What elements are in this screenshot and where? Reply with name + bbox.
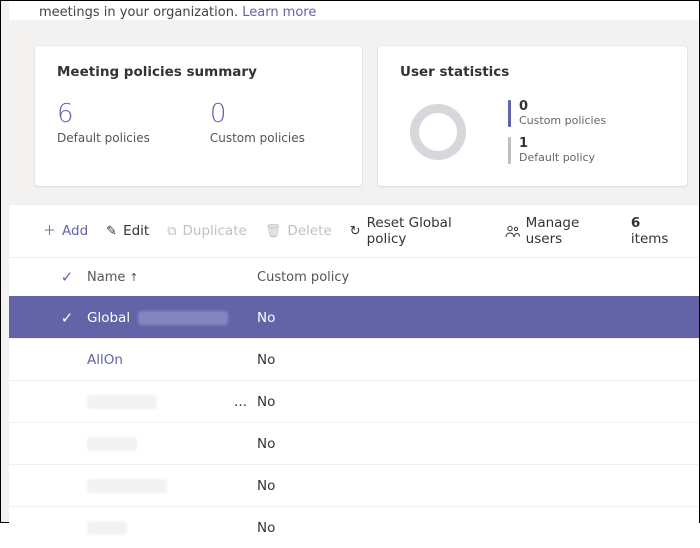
learn-more-link[interactable]: Learn more (242, 5, 316, 20)
delete-label: Delete (287, 223, 331, 239)
items-count: 6 items (631, 215, 679, 247)
items-count-label: items (631, 231, 669, 247)
pencil-icon: ✎ (106, 225, 117, 238)
reset-label: Reset Global policy (367, 215, 487, 247)
ellipsis-icon: ... (234, 394, 257, 410)
row-name-cell: Global (87, 310, 257, 326)
add-button[interactable]: ＋ Add (43, 223, 88, 239)
table-row[interactable]: AllOn No (9, 338, 699, 380)
intro-text: meetings in your organization. Learn mor… (9, 1, 699, 20)
summary-card: Meeting policies summary 6 Default polic… (35, 46, 362, 186)
row-name-cell (87, 479, 257, 493)
summary-custom-label: Custom policies (210, 131, 305, 145)
people-icon (505, 225, 520, 238)
legend-bar-icon (508, 137, 511, 164)
edit-button[interactable]: ✎ Edit (106, 223, 149, 239)
column-name-label: Name (87, 270, 125, 285)
row-custom-cell: No (257, 478, 679, 494)
manage-users-button[interactable]: Manage users (505, 215, 613, 247)
policy-name-link[interactable]: Global (87, 310, 130, 326)
check-icon: ✓ (61, 309, 74, 327)
redacted-text (87, 479, 167, 493)
row-checkbox[interactable]: ✓ (47, 309, 87, 327)
row-custom-cell: No (257, 520, 679, 536)
redacted-text (138, 311, 228, 325)
plus-icon: ＋ (43, 225, 56, 238)
row-custom-cell: No (257, 310, 679, 326)
column-custom-label: Custom policy (257, 270, 349, 285)
table-row[interactable]: ✓ Global No (9, 296, 699, 338)
legend-custom-count: 0 (519, 100, 606, 113)
reset-icon: ↻ (350, 225, 361, 238)
manage-label: Manage users (526, 215, 613, 247)
user-stats-title: User statistics (400, 64, 665, 80)
sort-asc-icon: ↑ (129, 271, 138, 284)
table-row[interactable]: No (9, 422, 699, 464)
summary-default: 6 Default policies (57, 100, 150, 145)
duplicate-label: Duplicate (183, 223, 247, 239)
row-custom-cell: No (257, 352, 679, 368)
table-row[interactable]: No (9, 506, 699, 548)
column-custom[interactable]: Custom policy (257, 270, 679, 285)
legend-custom: 0 Custom policies (508, 100, 606, 127)
edit-label: Edit (123, 223, 149, 239)
intro-fragment: meetings in your organization. (39, 5, 242, 20)
items-count-num: 6 (631, 215, 640, 231)
delete-button[interactable]: 🗑 Delete (265, 223, 332, 239)
reset-global-button[interactable]: ↻ Reset Global policy (350, 215, 487, 247)
summary-custom-count: 0 (210, 100, 305, 129)
donut-chart (410, 104, 466, 160)
duplicate-button[interactable]: ⧉ Duplicate (167, 223, 247, 239)
row-name-cell (87, 437, 257, 451)
toolbar: ＋ Add ✎ Edit ⧉ Duplicate 🗑 Delete ↻ Rese… (9, 205, 699, 258)
legend-default-label: Default policy (519, 151, 595, 164)
user-stats-card: User statistics 0 Custom policies (378, 46, 687, 186)
legend-default-count: 1 (519, 137, 595, 150)
policy-name-link[interactable]: AllOn (87, 352, 123, 368)
table-body: ✓GlobalNoAllOnNo ...NoNoNoNo (9, 296, 699, 548)
select-all-checkbox[interactable]: ✓ (47, 268, 87, 286)
column-name[interactable]: Name ↑ (87, 270, 257, 285)
row-custom-cell: No (257, 394, 679, 410)
summary-default-label: Default policies (57, 131, 150, 145)
row-name-cell: AllOn (87, 352, 257, 368)
table-row[interactable]: No (9, 464, 699, 506)
table-header: ✓ Name ↑ Custom policy (9, 258, 699, 296)
table-row[interactable]: ...No (9, 380, 699, 422)
add-label: Add (62, 223, 88, 239)
summary-default-count: 6 (57, 100, 150, 129)
legend-default: 1 Default policy (508, 137, 606, 164)
summary-custom: 0 Custom policies (210, 100, 305, 145)
legend-custom-label: Custom policies (519, 114, 606, 127)
summary-title: Meeting policies summary (57, 64, 340, 80)
row-custom-cell: No (257, 436, 679, 452)
trash-icon: 🗑 (265, 225, 282, 238)
copy-icon: ⧉ (167, 225, 176, 238)
redacted-text (87, 395, 157, 409)
legend-bar-icon (508, 100, 511, 127)
row-name-cell: ... (87, 394, 257, 410)
redacted-text (87, 437, 137, 451)
